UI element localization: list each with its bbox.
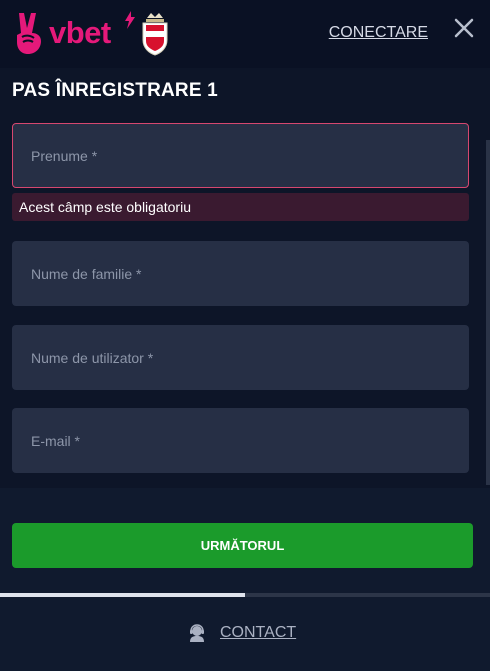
next-button[interactable]: URMĂTORUL <box>12 523 473 568</box>
scrollbar-thumb[interactable] <box>486 140 490 485</box>
email-placeholder: E-mail * <box>31 432 81 449</box>
first-name-error: Acest câmp este obligatoriu <box>12 193 469 221</box>
first-name-placeholder: Prenume * <box>31 147 98 164</box>
registration-page: vbet CONECTARE PAS ÎNREGISTRARE 1 Prenum… <box>0 0 490 671</box>
last-name-placeholder: Nume de familie * <box>31 265 142 282</box>
progress-fill <box>0 593 245 597</box>
login-link[interactable]: CONECTARE <box>329 24 428 42</box>
username-placeholder: Nume de utilizator * <box>31 349 154 366</box>
contact-link[interactable]: CONTACT <box>188 622 296 644</box>
first-name-field[interactable]: Prenume * <box>12 123 469 188</box>
club-crest-icon <box>142 13 168 56</box>
step-title: PAS ÎNREGISTRARE 1 <box>12 80 218 101</box>
header: vbet CONECTARE <box>0 0 490 68</box>
logo-wordmark: vbet <box>49 15 111 50</box>
last-name-field[interactable]: Nume de familie * <box>12 241 469 306</box>
victory-hand-icon <box>17 13 41 54</box>
email-field[interactable]: E-mail * <box>12 408 469 473</box>
contact-label: CONTACT <box>220 624 297 641</box>
vbet-logo[interactable]: vbet <box>13 11 173 57</box>
lightning-icon <box>125 11 135 29</box>
support-agent-icon <box>190 624 204 642</box>
close-icon[interactable] <box>454 18 474 38</box>
progress-bar <box>0 593 490 597</box>
username-field[interactable]: Nume de utilizator * <box>12 325 469 390</box>
